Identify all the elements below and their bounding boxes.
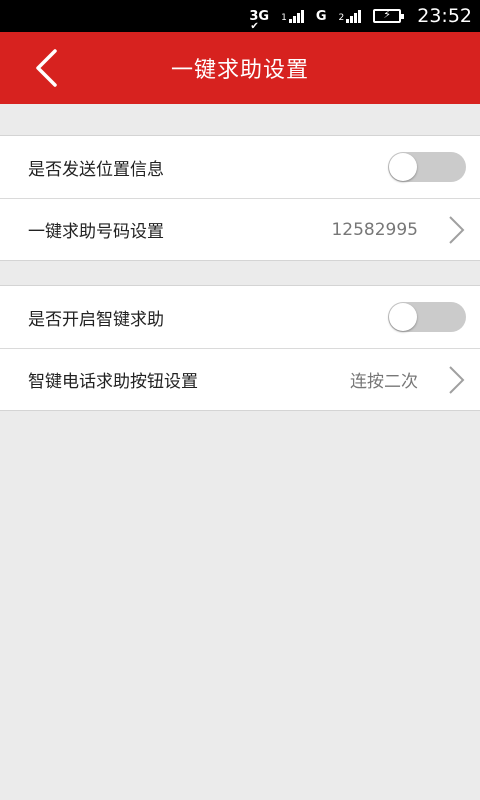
signal-1-icon: 1 [281,9,304,23]
chevron-right-icon [446,215,466,245]
send-location-toggle[interactable] [388,152,466,182]
status-time: 23:52 [417,5,472,27]
network-g-icon: G [316,9,327,24]
back-button[interactable] [24,48,68,88]
status-bar: 3G ✔ 1 G 2 ⚡ 23:52 [0,0,480,32]
app-bar: 一键求助设置 [0,32,480,104]
row-label: 是否发送位置信息 [28,159,164,180]
row-label: 是否开启智键求助 [28,309,164,330]
page-title: 一键求助设置 [170,58,309,83]
chevron-right-icon [446,365,466,395]
settings-group-location: 是否发送位置信息 一键求助号码设置 12582995 [0,135,480,261]
toggle-knob [389,303,417,331]
battery-icon: ⚡ [373,8,405,23]
row-smart-key-help[interactable]: 是否开启智键求助 [0,286,480,348]
signal-2-label: 2 [338,13,345,23]
signal-2-icon: 2 [339,9,362,23]
row-send-location[interactable]: 是否发送位置信息 [0,136,480,198]
settings-group-smart-key: 是否开启智键求助 智键电话求助按钮设置 连按二次 [0,285,480,411]
row-smart-key-button[interactable]: 智键电话求助按钮设置 连按二次 [0,348,480,410]
chevron-left-icon [36,49,57,87]
network-type-icon: 3G ✔ [249,8,270,32]
smart-key-button-value: 连按二次 [350,372,418,392]
toggle-knob [389,153,417,181]
smart-key-toggle[interactable] [388,302,466,332]
row-label: 智键电话求助按钮设置 [28,372,198,392]
row-label: 一键求助号码设置 [28,222,164,242]
row-help-number[interactable]: 一键求助号码设置 12582995 [0,198,480,260]
network-g-label: G [315,8,327,24]
help-number-value: 12582995 [331,219,418,240]
